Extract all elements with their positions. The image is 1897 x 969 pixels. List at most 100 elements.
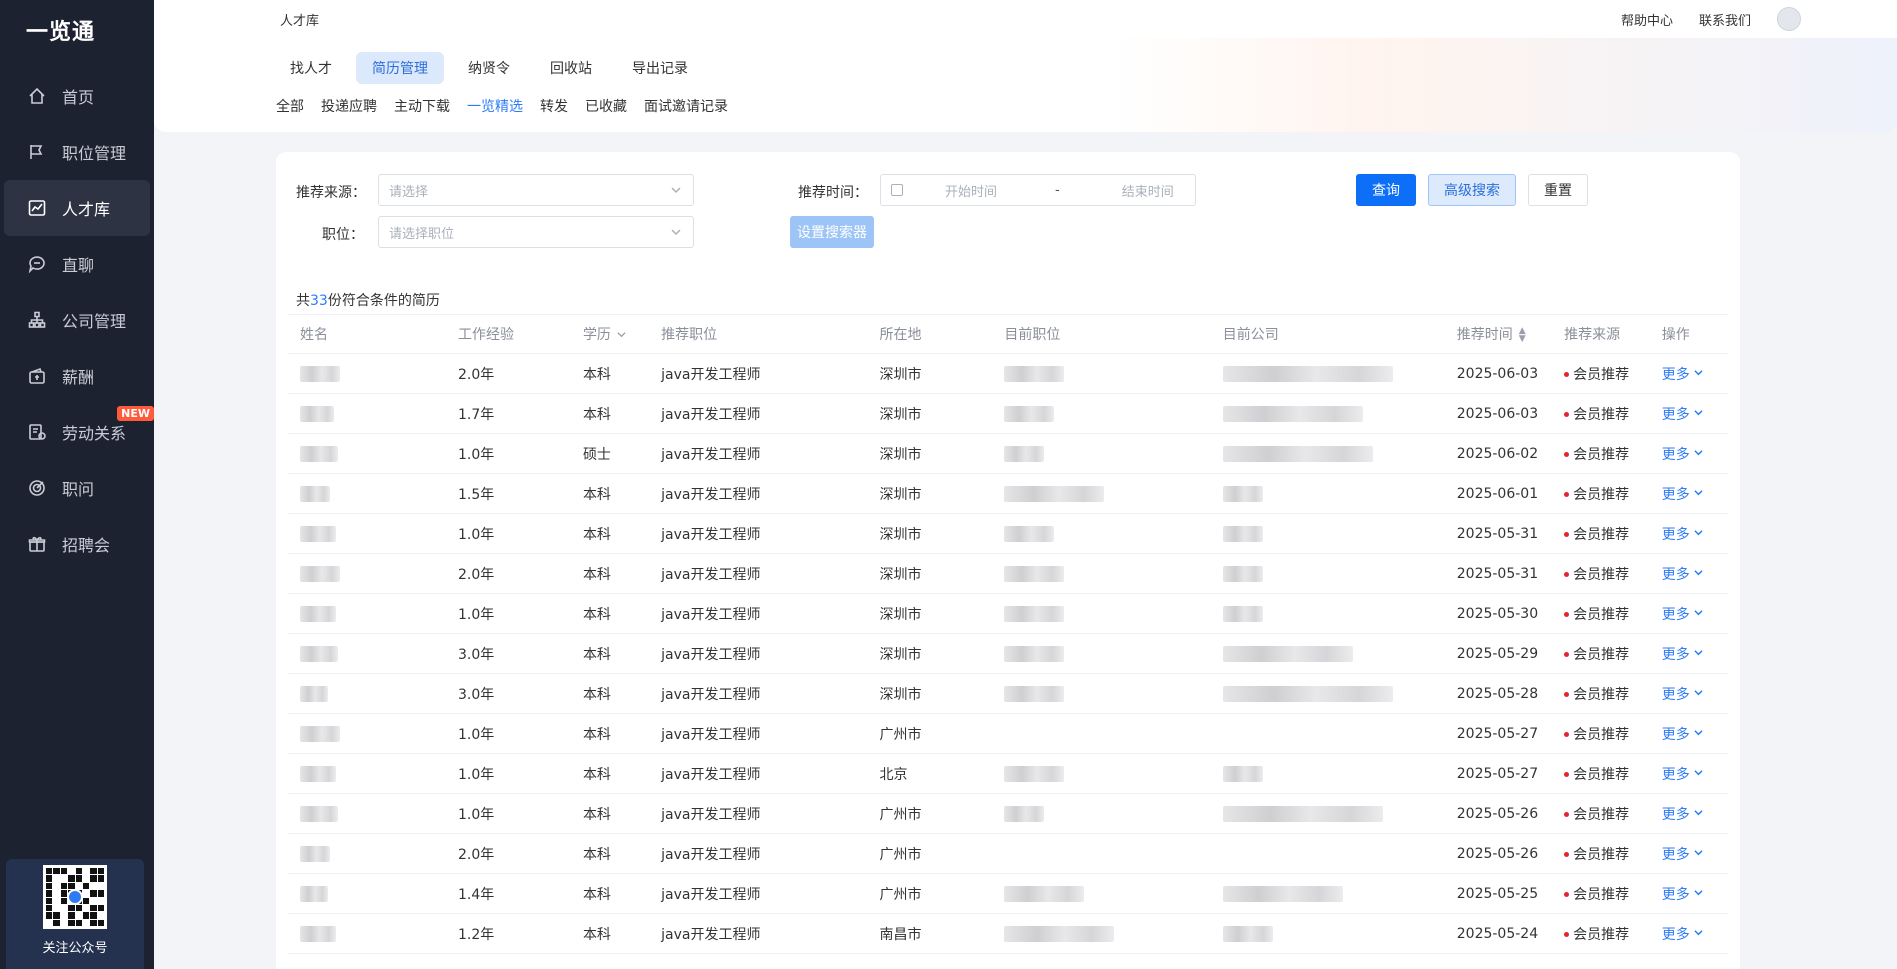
candidate-name[interactable] (288, 565, 446, 582)
table-row[interactable]: 1.0年 本科 java开发工程师 广州市 2025-05-27 会员推荐 更多 (288, 714, 1728, 754)
more-action[interactable]: 更多 (1650, 724, 1728, 744)
more-action[interactable]: 更多 (1650, 484, 1728, 504)
table-row[interactable]: 3.0年 本科 java开发工程师 深圳市 2025-05-28 会员推荐 更多 (288, 674, 1728, 714)
candidate-name[interactable] (288, 805, 446, 822)
candidate-name[interactable] (288, 685, 446, 702)
candidate-name[interactable] (288, 485, 446, 502)
chevron-down-icon[interactable] (617, 330, 626, 341)
status-dot (1564, 852, 1570, 857)
sort-icon[interactable]: ▲ ▼ (1519, 327, 1526, 344)
table-row[interactable]: 1.5年 本科 java开发工程师 深圳市 2025-06-01 会员推荐 更多 (288, 474, 1728, 514)
table-row[interactable]: 1.4年 本科 java开发工程师 广州市 2025-05-25 会员推荐 更多 (288, 874, 1728, 914)
table-row[interactable]: 2.0年 本科 java开发工程师 深圳市 2025-06-03 会员推荐 更多 (288, 354, 1728, 394)
more-action[interactable]: 更多 (1650, 884, 1728, 904)
table-row[interactable]: 1.0年 本科 java开发工程师 北京 2025-05-27 会员推荐 更多 (288, 754, 1728, 794)
more-button[interactable]: 更多 (1662, 527, 1703, 543)
date-range-picker[interactable]: 开始时间 - 结束时间 (880, 174, 1196, 206)
more-action[interactable]: 更多 (1650, 844, 1728, 864)
more-action[interactable]: 更多 (1650, 444, 1728, 464)
candidate-name[interactable] (288, 525, 446, 542)
more-button[interactable]: 更多 (1662, 607, 1703, 623)
sidebar-item-1[interactable]: 职位管理 (0, 124, 154, 180)
more-action[interactable]: 更多 (1650, 364, 1728, 384)
table-row[interactable]: 3.0年 本科 java开发工程师 深圳市 2025-05-29 会员推荐 更多 (288, 634, 1728, 674)
table-row[interactable]: 1.0年 本科 java开发工程师 广州市 2025-05-26 会员推荐 更多 (288, 794, 1728, 834)
candidate-name[interactable] (288, 605, 446, 622)
more-button[interactable]: 更多 (1662, 647, 1703, 663)
more-button[interactable]: 更多 (1662, 767, 1703, 783)
advanced-search-button[interactable]: 高级搜索 (1428, 174, 1516, 206)
candidate-name[interactable] (288, 405, 446, 422)
contact-us-link[interactable]: 联系我们 (1699, 10, 1751, 29)
candidate-name[interactable] (288, 845, 446, 862)
candidate-name[interactable] (288, 725, 446, 742)
avatar[interactable] (1777, 7, 1801, 31)
column-header[interactable]: 学历 (571, 324, 649, 344)
sidebar-item-0[interactable]: 首页 (0, 68, 154, 124)
more-action[interactable]: 更多 (1650, 404, 1728, 424)
subtab-6[interactable]: 面试邀请记录 (644, 96, 728, 116)
tab-1[interactable]: 简历管理 (356, 52, 444, 84)
more-button[interactable]: 更多 (1662, 687, 1703, 703)
source-select[interactable]: 请选择 (378, 174, 694, 206)
more-button[interactable]: 更多 (1662, 447, 1703, 463)
more-action[interactable]: 更多 (1650, 564, 1728, 584)
more-action[interactable]: 更多 (1650, 684, 1728, 704)
table-row[interactable]: 1.0年 本科 java开发工程师 深圳市 2025-05-30 会员推荐 更多 (288, 594, 1728, 634)
sidebar-item-4[interactable]: 公司管理 (0, 292, 154, 348)
brand-logo[interactable]: 一览通 (0, 0, 154, 60)
table-row[interactable]: 2.0年 本科 java开发工程师 深圳市 2025-05-31 会员推荐 更多 (288, 554, 1728, 594)
subtab-2[interactable]: 主动下载 (394, 96, 450, 116)
table-row[interactable]: 1.2年 本科 java开发工程师 南昌市 2025-05-24 会员推荐 更多 (288, 914, 1728, 954)
candidate-name[interactable] (288, 765, 446, 782)
candidate-name[interactable] (288, 445, 446, 462)
table-row[interactable]: 1.7年 本科 java开发工程师 深圳市 2025-06-03 会员推荐 更多 (288, 394, 1728, 434)
subtab-1[interactable]: 投递应聘 (321, 96, 377, 116)
more-button[interactable]: 更多 (1662, 727, 1703, 743)
table-row[interactable]: 2.0年 本科 java开发工程师 广州市 2025-05-26 会员推荐 更多 (288, 834, 1728, 874)
column-header[interactable]: 推荐时间 ▲ ▼ (1445, 324, 1552, 344)
sidebar-item-2[interactable]: 人才库 (4, 180, 150, 236)
more-action[interactable]: 更多 (1650, 524, 1728, 544)
candidate-name[interactable] (288, 925, 446, 942)
query-button[interactable]: 查询 (1356, 174, 1416, 206)
sidebar-item-5[interactable]: 薪酬 (0, 348, 154, 404)
candidate-name[interactable] (288, 645, 446, 662)
more-button[interactable]: 更多 (1662, 567, 1703, 583)
chat-icon (26, 253, 48, 275)
tab-0[interactable]: 找人才 (274, 52, 348, 84)
more-action[interactable]: 更多 (1650, 644, 1728, 664)
subtab-3[interactable]: 一览精选 (467, 96, 523, 116)
position-select[interactable]: 请选择职位 (378, 216, 694, 248)
table-row[interactable]: 1.0年 硕士 java开发工程师 深圳市 2025-06-02 会员推荐 更多 (288, 434, 1728, 474)
more-action[interactable]: 更多 (1650, 924, 1728, 944)
more-button[interactable]: 更多 (1662, 407, 1703, 423)
tab-4[interactable]: 导出记录 (616, 52, 704, 84)
more-button[interactable]: 更多 (1662, 367, 1703, 383)
candidate-name[interactable] (288, 885, 446, 902)
sidebar-item-8[interactable]: 招聘会 (0, 516, 154, 572)
end-date-input[interactable]: 结束时间 (1122, 181, 1174, 200)
subtab-0[interactable]: 全部 (276, 96, 304, 116)
candidate-name[interactable] (288, 365, 446, 382)
help-center-link[interactable]: 帮助中心 (1621, 10, 1673, 29)
sidebar-item-6[interactable]: 劳动关系 NEW (0, 404, 154, 460)
reset-button[interactable]: 重置 (1528, 174, 1588, 206)
subtab-4[interactable]: 转发 (540, 96, 568, 116)
more-button[interactable]: 更多 (1662, 487, 1703, 503)
more-action[interactable]: 更多 (1650, 764, 1728, 784)
more-button[interactable]: 更多 (1662, 847, 1703, 863)
more-action[interactable]: 更多 (1650, 804, 1728, 824)
sidebar-item-7[interactable]: 职问 (0, 460, 154, 516)
sidebar-item-3[interactable]: 直聊 (0, 236, 154, 292)
more-button[interactable]: 更多 (1662, 807, 1703, 823)
table-row[interactable]: 1.0年 本科 java开发工程师 深圳市 2025-05-31 会员推荐 更多 (288, 514, 1728, 554)
set-searcher-button[interactable]: 设置搜索器 (790, 216, 874, 248)
more-action[interactable]: 更多 (1650, 604, 1728, 624)
tab-3[interactable]: 回收站 (534, 52, 608, 84)
subtab-5[interactable]: 已收藏 (585, 96, 627, 116)
tab-2[interactable]: 纳贤令 (452, 52, 526, 84)
more-button[interactable]: 更多 (1662, 887, 1703, 903)
start-date-input[interactable]: 开始时间 (945, 181, 997, 200)
more-button[interactable]: 更多 (1662, 927, 1703, 943)
